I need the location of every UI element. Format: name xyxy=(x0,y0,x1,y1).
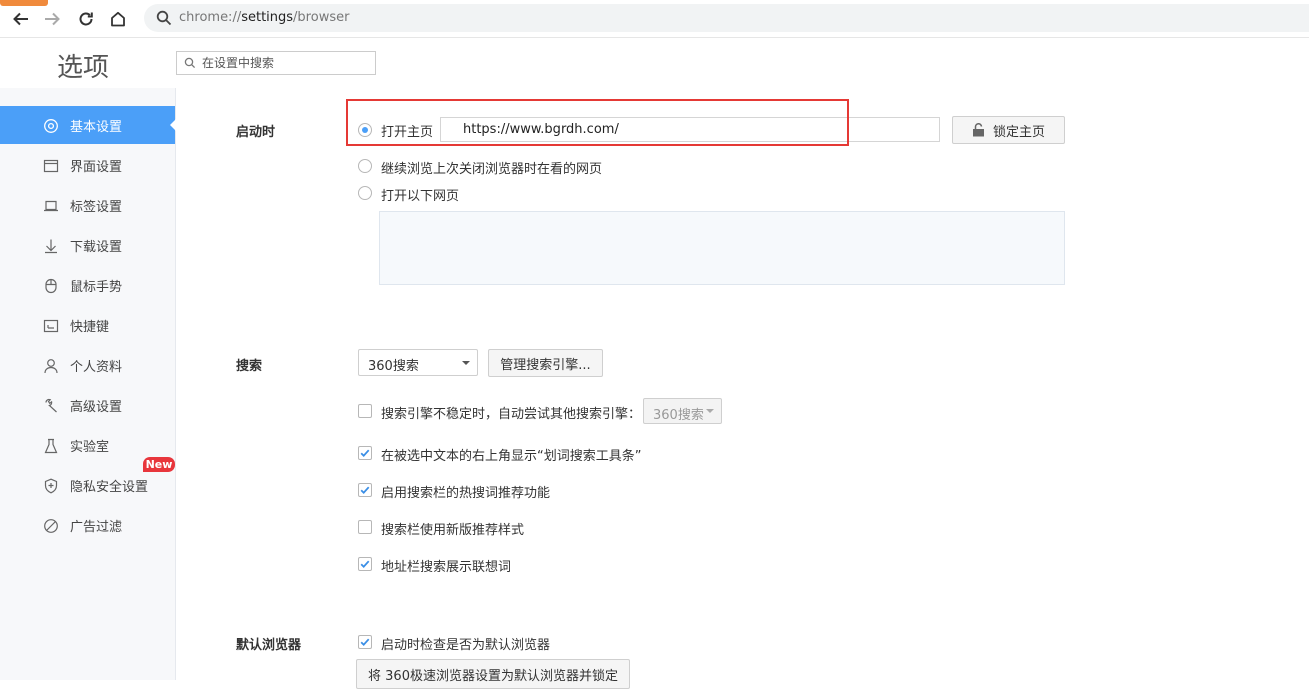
sidebar-item-interface[interactable]: 界面设置 xyxy=(0,146,175,184)
search-icon xyxy=(156,10,172,26)
forward-arrow-icon xyxy=(45,12,60,26)
search-engine-value: 360搜索 xyxy=(368,359,419,374)
shortcut-icon xyxy=(42,317,60,335)
sidebar-item-shortcut[interactable]: 快捷键 xyxy=(0,306,175,344)
checkbox-hot-words-label[interactable]: 启用搜索栏的热搜词推荐功能 xyxy=(381,482,550,501)
back-arrow-icon xyxy=(13,12,28,26)
home-icon xyxy=(111,11,125,27)
checkbox-address-suggest[interactable] xyxy=(358,557,372,571)
browser-toolbar: chrome://settings/browser xyxy=(0,0,1309,38)
flask-icon xyxy=(42,437,60,455)
checkbox-selection-toolbar[interactable] xyxy=(358,446,372,460)
radio-continue[interactable] xyxy=(358,159,372,173)
settings-icon xyxy=(42,117,60,135)
fallback-engine-value: 360搜索 xyxy=(653,408,704,423)
chevron-down-icon xyxy=(706,409,714,413)
sidebar-item-basic[interactable]: 基本设置 xyxy=(0,106,176,144)
sidebar-item-adblock[interactable]: 广告过滤 xyxy=(0,506,175,544)
startup-label: 启动时 xyxy=(236,125,276,140)
sidebar-item-label: 标签设置 xyxy=(70,200,123,215)
sidebar: 基本设置 界面设置 标签设置 下载设置 鼠标手势 快捷键 个人资料 高级设置 实… xyxy=(0,88,176,680)
profile-badge[interactable] xyxy=(0,0,48,6)
sidebar-item-advanced[interactable]: 高级设置 xyxy=(0,386,175,424)
sidebar-item-label: 快捷键 xyxy=(70,320,110,335)
settings-search-input[interactable] xyxy=(202,54,370,72)
download-icon xyxy=(42,237,60,255)
checkbox-new-style[interactable] xyxy=(358,520,372,534)
sidebar-item-label: 基本设置 xyxy=(70,120,123,135)
checkbox-fallback-engine[interactable] xyxy=(358,404,372,418)
sidebar-item-label: 鼠标手势 xyxy=(70,280,123,295)
default-browser-label: 默认浏览器 xyxy=(236,638,302,653)
sidebar-item-tabs[interactable]: 标签设置 xyxy=(0,186,175,224)
radio-continue-label[interactable]: 继续浏览上次关闭浏览器时在看的网页 xyxy=(381,158,602,177)
radio-open-pages[interactable] xyxy=(358,186,372,200)
chevron-down-icon xyxy=(462,361,470,365)
sidebar-item-label: 广告过滤 xyxy=(70,520,123,535)
unlock-icon xyxy=(972,123,984,137)
tab-icon xyxy=(42,197,60,215)
home-button[interactable] xyxy=(107,8,129,30)
manage-search-engines-label: 管理搜索引擎... xyxy=(500,357,591,373)
block-icon xyxy=(42,517,60,535)
address-text[interactable]: chrome://settings/browser xyxy=(179,10,349,25)
window-icon xyxy=(42,157,60,175)
address-bar[interactable]: chrome://settings/browser xyxy=(144,4,1309,32)
lock-home-button[interactable]: 锁定主页 xyxy=(952,116,1065,144)
search-engine-select[interactable]: 360搜索 xyxy=(358,349,478,376)
sidebar-item-profile[interactable]: 个人资料 xyxy=(0,346,175,384)
checkmark-icon xyxy=(360,449,370,458)
checkmark-icon xyxy=(360,560,370,569)
url-host: settings xyxy=(241,10,294,25)
new-badge: New xyxy=(143,457,175,472)
startup-pages-list[interactable] xyxy=(379,211,1065,285)
back-button[interactable] xyxy=(10,8,32,30)
page-title: 选项 xyxy=(57,53,110,83)
lock-home-label: 锁定主页 xyxy=(992,124,1045,140)
reload-button[interactable] xyxy=(75,8,97,30)
manage-search-engines-button[interactable]: 管理搜索引擎... xyxy=(488,349,603,377)
forward-button[interactable] xyxy=(41,8,63,30)
sidebar-item-label: 界面设置 xyxy=(70,160,123,175)
sidebar-item-label: 下载设置 xyxy=(70,240,123,255)
highlight-box xyxy=(346,99,849,146)
checkmark-icon xyxy=(360,486,370,495)
settings-search-box[interactable] xyxy=(176,51,376,75)
set-default-browser-label: 将 360极速浏览器设置为默认浏览器并锁定 xyxy=(368,668,618,684)
checkbox-check-default-label[interactable]: 启动时检查是否为默认浏览器 xyxy=(381,634,550,653)
search-label: 搜索 xyxy=(236,359,263,374)
sidebar-item-label: 高级设置 xyxy=(70,400,123,415)
sidebar-item-mouse-gesture[interactable]: 鼠标手势 xyxy=(0,266,175,304)
sidebar-item-label: 实验室 xyxy=(70,440,110,455)
person-icon xyxy=(42,357,60,375)
url-path: /browser xyxy=(293,10,350,25)
set-default-browser-button[interactable]: 将 360极速浏览器设置为默认浏览器并锁定 xyxy=(356,659,630,689)
checkbox-fallback-engine-label[interactable]: 搜索引擎不稳定时，自动尝试其他搜索引擎： xyxy=(381,403,641,422)
checkbox-check-default[interactable] xyxy=(358,635,372,649)
sidebar-item-label: 隐私安全设置 xyxy=(70,480,149,495)
shield-icon xyxy=(42,477,60,495)
checkbox-new-style-label[interactable]: 搜索栏使用新版推荐样式 xyxy=(381,519,524,538)
search-icon xyxy=(184,57,196,69)
url-scheme: chrome:// xyxy=(179,10,242,25)
reload-icon xyxy=(79,12,93,26)
checkmark-icon xyxy=(360,638,370,647)
sidebar-item-label: 个人资料 xyxy=(70,360,123,375)
mouse-icon xyxy=(42,277,60,295)
checkbox-selection-toolbar-label[interactable]: 在被选中文本的右上角显示“划词搜索工具条” xyxy=(381,445,641,464)
sidebar-item-download[interactable]: 下载设置 xyxy=(0,226,175,264)
checkbox-hot-words[interactable] xyxy=(358,483,372,497)
checkbox-address-suggest-label[interactable]: 地址栏搜索展示联想词 xyxy=(381,556,511,575)
wrench-icon xyxy=(42,397,60,415)
radio-open-pages-label[interactable]: 打开以下网页 xyxy=(381,185,459,204)
fallback-engine-select[interactable]: 360搜索 xyxy=(643,398,722,424)
